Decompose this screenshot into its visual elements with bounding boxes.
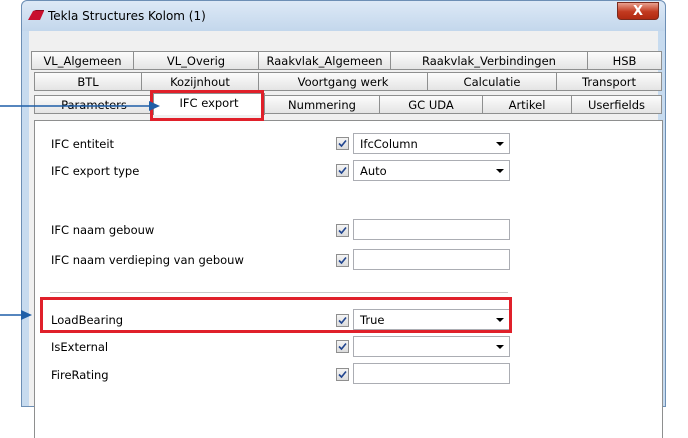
- field-label: IFC naam verdieping van gebouw: [51, 253, 244, 267]
- tab-label: Transport: [582, 75, 636, 89]
- highlight-loadbearing-row: [40, 297, 512, 333]
- tab-nummering[interactable]: Nummering: [264, 95, 380, 114]
- tab-calculatie[interactable]: Calculatie: [427, 72, 557, 91]
- tab-label: Kozijnhout: [170, 75, 230, 89]
- tab-label: Nummering: [288, 98, 356, 112]
- close-button[interactable]: X: [617, 2, 659, 20]
- tab-label: Calculatie: [463, 75, 521, 89]
- field-label: IFC naam gebouw: [51, 223, 155, 237]
- ifc-export-type-select[interactable]: Auto: [353, 160, 510, 181]
- ifc-export-panel: IFC entiteit IfcColumn IFC export type A…: [34, 120, 663, 438]
- isexternal-checkbox[interactable]: [336, 340, 349, 353]
- tab-label: VL_Overig: [166, 54, 226, 68]
- tab-raakvlak-algemeen[interactable]: Raakvlak_Algemeen: [258, 51, 391, 70]
- ifc-naam-gebouw-input[interactable]: [353, 219, 510, 240]
- dialog-client-area: VL_Algemeen VL_Overig Raakvlak_Algemeen …: [29, 31, 663, 438]
- tab-voortgang-werk[interactable]: Voortgang werk: [258, 72, 428, 91]
- tab-label: Raakvlak_Verbindingen: [422, 54, 556, 68]
- select-value: Auto: [360, 164, 387, 178]
- tab-label: BTL: [77, 75, 99, 89]
- tab-label: Userfields: [587, 98, 646, 112]
- title-bar[interactable]: Tekla Structures Kolom (1) X: [22, 1, 665, 31]
- tab-btl[interactable]: BTL: [34, 72, 142, 91]
- tab-raakvlak-verbindingen[interactable]: Raakvlak_Verbindingen: [390, 51, 588, 70]
- ifc-entiteit-checkbox[interactable]: [336, 137, 349, 150]
- checkmark-icon: [338, 139, 347, 148]
- close-icon: X: [632, 4, 644, 19]
- checkmark-icon: [338, 342, 347, 351]
- ifc-naam-gebouw-checkbox[interactable]: [336, 224, 349, 237]
- field-label: IsExternal: [51, 340, 109, 354]
- tab-userfields[interactable]: Userfields: [571, 95, 662, 114]
- annotation-arrow-field: [0, 309, 32, 324]
- ifc-naam-verdieping-input[interactable]: [353, 249, 510, 270]
- tab-kozijnhout[interactable]: Kozijnhout: [141, 72, 259, 91]
- tab-gc-uda[interactable]: GC UDA: [379, 95, 483, 114]
- annotation-arrow-tab: [0, 100, 160, 115]
- tab-label: Raakvlak_Algemeen: [266, 54, 383, 68]
- chevron-down-icon: [496, 142, 504, 146]
- tekla-icon: [28, 10, 44, 20]
- tab-label: Voortgang werk: [297, 75, 389, 89]
- tab-label: Artikel: [508, 98, 546, 112]
- highlight-ifc-export-tab: [150, 90, 264, 121]
- field-label: IFC export type: [51, 164, 140, 178]
- checkmark-icon: [338, 370, 347, 379]
- tab-transport[interactable]: Transport: [556, 72, 662, 91]
- ifc-entiteit-select[interactable]: IfcColumn: [353, 133, 510, 154]
- select-value: IfcColumn: [360, 137, 418, 151]
- tab-artikel[interactable]: Artikel: [482, 95, 572, 114]
- ifc-naam-verdieping-checkbox[interactable]: [336, 254, 349, 267]
- section-divider: [50, 292, 508, 293]
- checkmark-icon: [338, 166, 347, 175]
- field-label: IFC entiteit: [51, 137, 115, 151]
- checkmark-icon: [338, 226, 347, 235]
- properties-dialog: Tekla Structures Kolom (1) X VL_Algemeen…: [21, 0, 666, 438]
- firerating-checkbox[interactable]: [336, 368, 349, 381]
- checkmark-icon: [338, 256, 347, 265]
- tab-label: GC UDA: [408, 98, 454, 112]
- tab-vl-algemeen[interactable]: VL_Algemeen: [31, 51, 134, 70]
- chevron-down-icon: [496, 345, 504, 349]
- tab-hsb[interactable]: HSB: [587, 51, 662, 70]
- isexternal-select[interactable]: [353, 336, 510, 357]
- tab-label: HSB: [612, 54, 637, 68]
- tab-label: VL_Algemeen: [43, 54, 122, 68]
- ifc-export-type-checkbox[interactable]: [336, 164, 349, 177]
- chevron-down-icon: [496, 169, 504, 173]
- window-title: Tekla Structures Kolom (1): [48, 9, 206, 23]
- field-label: FireRating: [51, 368, 109, 382]
- firerating-input[interactable]: [353, 363, 510, 384]
- tab-vl-overig[interactable]: VL_Overig: [133, 51, 259, 70]
